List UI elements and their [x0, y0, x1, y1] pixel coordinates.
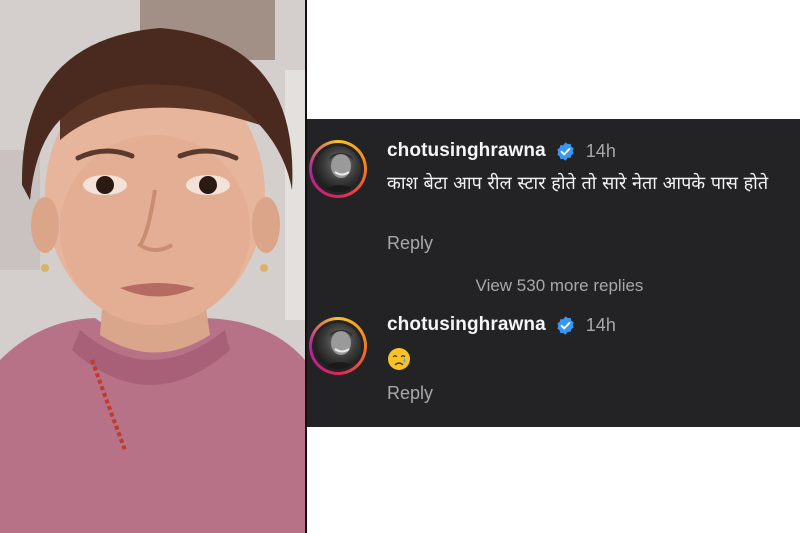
- reply-button[interactable]: Reply: [387, 383, 433, 404]
- comment-item: chotusinghrawna 14h काश बेटा आप रील स्टा…: [307, 119, 800, 269]
- username[interactable]: chotusinghrawna: [387, 140, 546, 162]
- verified-badge-icon: [557, 315, 574, 335]
- boy-photo: [0, 0, 305, 533]
- crying-face-emoji-icon: [388, 348, 410, 370]
- view-more-replies-button[interactable]: View 530 more replies: [307, 276, 800, 296]
- video-thumbnail: [0, 0, 305, 533]
- username[interactable]: chotusinghrawna: [387, 314, 546, 336]
- avatar[interactable]: [309, 140, 367, 198]
- comment-item: chotusinghrawna 14h Reply: [307, 309, 800, 427]
- comment-meta: chotusinghrawna 14h: [387, 140, 616, 162]
- comment-meta: chotusinghrawna 14h: [387, 314, 616, 336]
- comment-timestamp: 14h: [585, 140, 616, 161]
- avatar-photo: [315, 146, 361, 192]
- comment-text: काश बेटा आप रील स्टार होते तो सारे नेता …: [387, 173, 769, 194]
- avatar-photo: [315, 323, 361, 369]
- avatar[interactable]: [309, 317, 367, 375]
- reply-button[interactable]: Reply: [387, 233, 433, 254]
- view-more-label: View 530 more replies: [475, 276, 644, 295]
- verified-badge-icon: [557, 141, 574, 161]
- comment-timestamp: 14h: [585, 314, 616, 335]
- comment-thread: chotusinghrawna 14h काश बेटा आप रील स्टा…: [307, 119, 800, 427]
